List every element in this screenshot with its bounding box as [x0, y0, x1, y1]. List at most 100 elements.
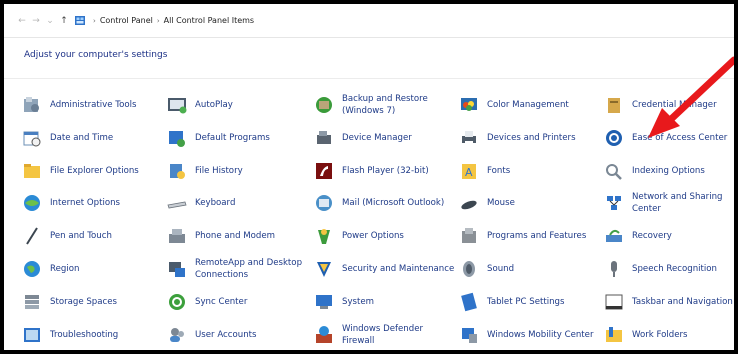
control-panel-item-recovery[interactable]: Recovery — [604, 221, 672, 251]
control-panel-item-label: Region — [50, 264, 80, 274]
svg-text:A: A — [465, 166, 473, 179]
control-panel-item-label: Flash Player (32-bit) — [342, 165, 429, 176]
mail-icon — [316, 195, 332, 212]
region-icon — [24, 261, 40, 277]
control-panel-item-backup-restore[interactable]: Backup and Restore (Windows 7) — [314, 90, 428, 120]
control-panel-item-label: Mouse — [487, 198, 515, 209]
control-panel-item-storage-spaces[interactable]: Storage Spaces — [22, 287, 117, 317]
control-panel-item-label: Troubleshooting — [50, 329, 119, 340]
devices-printers-icon — [462, 130, 476, 145]
fonts-icon: A — [462, 163, 476, 179]
control-panel-item-internet-options[interactable]: Internet Options — [22, 188, 120, 218]
administrative-tools-icon — [24, 97, 39, 112]
control-panel-item-autoplay[interactable]: AutoPlay — [167, 90, 233, 120]
control-panel-item-indexing-options[interactable]: Indexing Options — [604, 156, 705, 186]
device-manager-icon — [317, 130, 331, 144]
control-panel-item-label: Pen and Touch — [50, 231, 112, 242]
breadcrumb-control-panel[interactable]: Control Panel — [100, 16, 153, 25]
control-panel-item-default-programs[interactable]: Default Programs — [167, 123, 270, 153]
credential-manager-icon — [608, 98, 620, 113]
control-panel-item-tablet-pc[interactable]: Tablet PC Settings — [459, 287, 565, 317]
ease-of-access-icon — [606, 129, 622, 146]
user-accounts-icon — [170, 327, 184, 342]
control-panel-item-label: Fonts — [487, 165, 511, 176]
storage-spaces-icon — [25, 294, 39, 309]
date-time-icon — [23, 131, 41, 147]
control-panel-icon — [75, 16, 85, 25]
control-panel-item-windows-defender[interactable]: Windows Defender Firewall — [314, 320, 423, 350]
up-arrow-icon[interactable]: ↑ — [58, 14, 70, 28]
control-panel-item-label: RemoteApp and Desktop Connections — [195, 258, 303, 280]
red-arrow-annotation — [648, 56, 734, 138]
control-panel-item-keyboard[interactable]: Keyboard — [167, 188, 235, 218]
flash-player-icon — [316, 162, 332, 179]
control-panel-item-flash-player[interactable]: Flash Player (32-bit) — [314, 156, 429, 186]
default-programs-icon — [169, 130, 185, 147]
control-panel-item-sound[interactable]: Sound — [459, 254, 514, 284]
control-panel-item-user-accounts[interactable]: User Accounts — [167, 320, 257, 350]
control-panel-item-power-options[interactable]: Power Options — [314, 221, 404, 251]
control-panel-item-label: Programs and Features — [487, 231, 587, 242]
forward-arrow-icon[interactable]: → — [30, 14, 42, 28]
control-panel-item-system[interactable]: System — [314, 287, 374, 317]
control-panel-item-devices-printers[interactable]: Devices and Printers — [459, 123, 576, 153]
control-panel-item-programs-features[interactable]: Programs and Features — [459, 221, 586, 251]
work-folders-icon — [606, 326, 622, 342]
keyboard-icon — [167, 201, 187, 209]
control-panel-item-administrative-tools[interactable]: Administrative Tools — [22, 90, 136, 120]
control-panel-item-speech-recognition[interactable]: Speech Recognition — [604, 254, 717, 284]
control-panel-item-label: Indexing Options — [632, 165, 705, 176]
indexing-options-icon — [606, 163, 622, 180]
recent-chevron-icon[interactable]: ⌄ — [44, 14, 56, 28]
control-panel-item-security-maintenance[interactable]: Security and Maintenance — [314, 254, 454, 284]
sound-icon — [463, 261, 475, 277]
control-panel-item-phone-modem[interactable]: Phone and Modem — [167, 221, 275, 251]
control-panel-item-label: Taskbar and Navigation — [632, 296, 733, 307]
control-panel-item-work-folders[interactable]: Work Folders — [604, 320, 688, 350]
windows-defender-icon — [316, 325, 332, 343]
control-panel-item-label: Tablet PC Settings — [487, 296, 565, 307]
control-panel-item-label: Phone and Modem — [195, 231, 276, 242]
control-panel-item-device-manager[interactable]: Device Manager — [314, 123, 412, 153]
remoteapp-icon — [169, 262, 185, 277]
control-panel-item-fonts[interactable]: A Fonts — [459, 156, 510, 186]
control-panel-item-file-explorer-options[interactable]: File Explorer Options — [22, 156, 139, 186]
control-panel-item-label: Storage Spaces — [50, 296, 118, 307]
breadcrumb-all-items[interactable]: All Control Panel Items — [164, 16, 254, 25]
phone-modem-icon — [169, 229, 185, 244]
page-subtitle: Adjust your computer's settings — [24, 50, 168, 60]
control-panel-item-label: Date and Time — [50, 132, 114, 143]
control-panel-item-label: Mail (Microsoft Outlook) — [342, 198, 445, 209]
control-panel-item-troubleshooting[interactable]: Troubleshooting — [22, 320, 118, 350]
control-panel-item-label: Power Options — [342, 231, 404, 242]
windows-mobility-icon — [462, 327, 477, 343]
control-panel-item-mail[interactable]: Mail (Microsoft Outlook) — [314, 188, 444, 218]
control-panel-item-label: Windows Defender Firewall — [342, 323, 424, 346]
control-panel-item-taskbar-navigation[interactable]: Taskbar and Navigation — [604, 287, 733, 317]
breadcrumb-separator-icon: › — [156, 16, 160, 25]
control-panel-item-label: System — [342, 296, 375, 307]
control-panel-item-mouse[interactable]: Mouse — [459, 188, 515, 218]
control-panel-item-sync-center[interactable]: Sync Center — [167, 287, 247, 317]
backup-restore-icon — [316, 97, 332, 113]
control-panel-item-windows-mobility[interactable]: Windows Mobility Center — [459, 320, 594, 350]
control-panel-item-label: Device Manager — [342, 132, 412, 143]
control-panel-item-file-history[interactable]: File History — [167, 156, 243, 186]
control-panel-item-label: Administrative Tools — [50, 100, 137, 110]
back-arrow-icon[interactable]: ← — [16, 14, 28, 28]
control-panel-item-pen-touch[interactable]: Pen and Touch — [22, 221, 112, 251]
control-panel-item-network-sharing[interactable]: Network and Sharing Center — [604, 188, 723, 218]
control-panel-item-label: Color Management — [487, 100, 569, 110]
pen-touch-icon — [26, 227, 38, 245]
address-bar: ← → ⌄ ↑ › Control Panel › All Control Pa… — [4, 4, 734, 38]
control-panel-item-remoteapp[interactable]: RemoteApp and Desktop Connections — [167, 254, 302, 284]
troubleshooting-icon — [24, 327, 40, 342]
autoplay-icon — [168, 98, 187, 114]
file-explorer-options-icon — [24, 163, 40, 178]
control-panel-item-region[interactable]: Region — [22, 254, 79, 284]
control-panel-item-label: Work Folders — [632, 329, 688, 340]
file-history-icon — [170, 163, 185, 179]
control-panel-item-label: Windows Mobility Center — [487, 329, 594, 340]
control-panel-item-color-management[interactable]: Color Management — [459, 90, 569, 120]
control-panel-item-date-time[interactable]: Date and Time — [22, 123, 113, 153]
